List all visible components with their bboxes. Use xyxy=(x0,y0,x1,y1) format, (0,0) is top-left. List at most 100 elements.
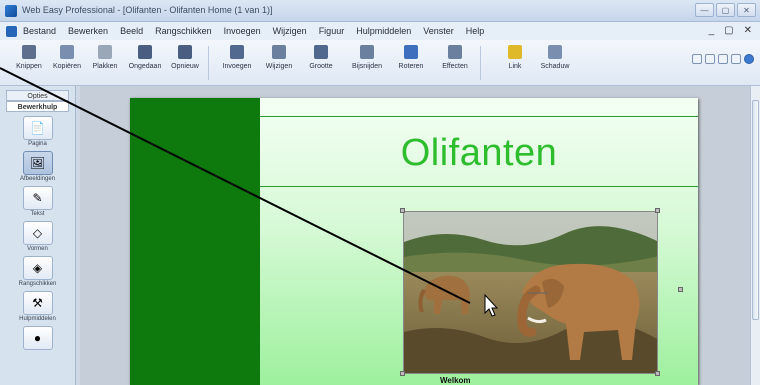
paste-button[interactable]: Plakken xyxy=(86,43,124,83)
insert-icon xyxy=(230,45,244,59)
shape-icon: ◇ xyxy=(22,221,53,245)
cut-button[interactable]: Knippen xyxy=(10,43,48,83)
doc-close-button[interactable]: ✕ xyxy=(744,25,752,36)
link-button[interactable]: Link xyxy=(496,43,534,83)
copy-button[interactable]: Kopiëren xyxy=(48,43,86,83)
menu-invoegen[interactable]: Invoegen xyxy=(224,26,261,36)
scrollbar-thumb[interactable] xyxy=(752,100,759,320)
link-icon xyxy=(508,45,522,59)
panel-button-more[interactable]: ● xyxy=(10,326,66,350)
vertical-scrollbar[interactable] xyxy=(750,86,760,385)
crop-button[interactable]: Bijsnijden xyxy=(348,43,386,83)
link-label: Link xyxy=(508,63,522,70)
help-icon[interactable] xyxy=(744,54,754,64)
web-page[interactable]: Olifanten Welkom xyxy=(130,98,698,385)
toolbar-right-group xyxy=(692,54,754,64)
tab-bewerkhulp[interactable]: Bewerkhulp xyxy=(6,101,69,112)
text-icon: ✎ xyxy=(22,186,53,210)
menu-beeld[interactable]: Beeld xyxy=(120,26,143,36)
menu-rangschikken[interactable]: Rangschikken xyxy=(155,26,212,36)
grid-icon[interactable] xyxy=(718,54,728,64)
redo-button[interactable]: Opnieuw xyxy=(166,43,204,83)
page-sidebar xyxy=(130,98,260,385)
panel-button-vormen[interactable]: ◇ Vormen xyxy=(10,221,66,252)
panel-button-tekst[interactable]: ✎ Tekst xyxy=(10,186,66,217)
layout-icon[interactable] xyxy=(705,54,715,64)
cut-label: Knippen xyxy=(16,63,42,70)
divider-line xyxy=(260,116,698,117)
insert-label: Invoegen xyxy=(222,63,252,70)
menu-venster[interactable]: Venster xyxy=(423,26,454,36)
arrange-icon: ◈ xyxy=(22,256,53,280)
effects-label: Effecten xyxy=(442,63,468,70)
tools-panel: Opties Bewerkhulp 📄 Pagina 🖼 Afbeeldinge… xyxy=(0,86,76,385)
panel-button-label: Hulpmiddelen xyxy=(19,316,56,322)
panel-button-afbeeldingen[interactable]: 🖼 Afbeeldingen xyxy=(10,151,66,182)
undo-icon xyxy=(138,45,152,59)
app-icon xyxy=(5,5,17,17)
doc-minimize-button[interactable]: _ xyxy=(709,25,715,36)
page-title[interactable]: Olifanten xyxy=(260,132,698,175)
paste-label: Plakken xyxy=(92,63,118,70)
menu-figuur[interactable]: Figuur xyxy=(319,26,345,36)
menu-bewerken[interactable]: Bewerken xyxy=(68,26,108,36)
doc-restore-button[interactable]: ▢ xyxy=(724,25,733,36)
copy-label: Kopiëren xyxy=(52,63,82,70)
paste-icon xyxy=(98,45,112,59)
document-window-controls: _ ▢ ✕ xyxy=(709,25,752,36)
insert-button[interactable]: Invoegen xyxy=(218,43,256,83)
tools-icon: ⚒ xyxy=(22,291,53,315)
tab-opties[interactable]: Opties xyxy=(6,90,69,101)
panel-button-hulpmiddelen[interactable]: ⚒ Hulpmiddelen xyxy=(10,291,66,322)
menu-hulpmiddelen[interactable]: Hulpmiddelen xyxy=(356,26,411,36)
rotate-button[interactable]: Roteren xyxy=(392,43,430,83)
size-button[interactable]: Grootte xyxy=(302,43,340,83)
maximize-button[interactable]: ▢ xyxy=(716,3,735,17)
elephant-photo[interactable] xyxy=(403,211,658,374)
rotate-icon xyxy=(404,45,418,59)
copy-icon xyxy=(60,45,74,59)
toolbar-separator xyxy=(480,46,481,80)
shadow-button[interactable]: Schaduw xyxy=(536,43,574,83)
resize-handle[interactable] xyxy=(655,208,660,213)
panel-button-pagina[interactable]: 📄 Pagina xyxy=(10,116,66,147)
search-icon[interactable] xyxy=(731,54,741,64)
redo-label: Opnieuw xyxy=(171,63,199,70)
panel-button-label: Rangschikken xyxy=(18,281,57,287)
panel-button-label: Vormen xyxy=(27,246,48,252)
rotate-label: Roteren xyxy=(398,63,424,70)
panel-button-rangschikken[interactable]: ◈ Rangschikken xyxy=(10,256,66,287)
crop-icon xyxy=(360,45,374,59)
menu-help[interactable]: Help xyxy=(466,26,485,36)
page-caption[interactable]: Welkom xyxy=(440,376,471,385)
menu-bestand[interactable]: Bestand xyxy=(23,26,56,36)
size-label: Grootte xyxy=(309,63,333,70)
undo-label: Ongedaan xyxy=(128,63,162,70)
settings-icon: ● xyxy=(22,326,53,350)
modify-icon xyxy=(272,45,286,59)
shadow-icon xyxy=(548,45,562,59)
view-toggle-icon[interactable] xyxy=(692,54,702,64)
resize-handle[interactable] xyxy=(400,371,405,376)
scissors-icon xyxy=(22,45,36,59)
panel-button-label: Afbeeldingen xyxy=(19,176,56,182)
toolbar: Knippen Kopiëren Plakken Ongedaan Opnieu… xyxy=(0,40,760,86)
image-icon: 🖼 xyxy=(22,151,53,175)
panel-tabs: Opties Bewerkhulp xyxy=(6,90,69,112)
close-button[interactable]: ✕ xyxy=(737,3,756,17)
menu-wijzigen[interactable]: Wijzigen xyxy=(273,26,307,36)
toolbar-separator xyxy=(208,46,209,80)
modify-button[interactable]: Wijzigen xyxy=(260,43,298,83)
undo-button[interactable]: Ongedaan xyxy=(126,43,164,83)
redo-icon xyxy=(178,45,192,59)
minimize-button[interactable]: — xyxy=(695,3,714,17)
page-icon: 📄 xyxy=(22,116,53,140)
crop-label: Bijsnijden xyxy=(352,63,382,70)
rotate-handle[interactable] xyxy=(678,287,683,292)
document-menu-icon[interactable] xyxy=(6,25,17,37)
menu-bar: Bestand Bewerken Beeld Rangschikken Invo… xyxy=(0,22,760,40)
resize-handle[interactable] xyxy=(655,371,660,376)
resize-handle[interactable] xyxy=(400,208,405,213)
window-controls: — ▢ ✕ xyxy=(695,3,756,17)
effects-button[interactable]: Effecten xyxy=(436,43,474,83)
